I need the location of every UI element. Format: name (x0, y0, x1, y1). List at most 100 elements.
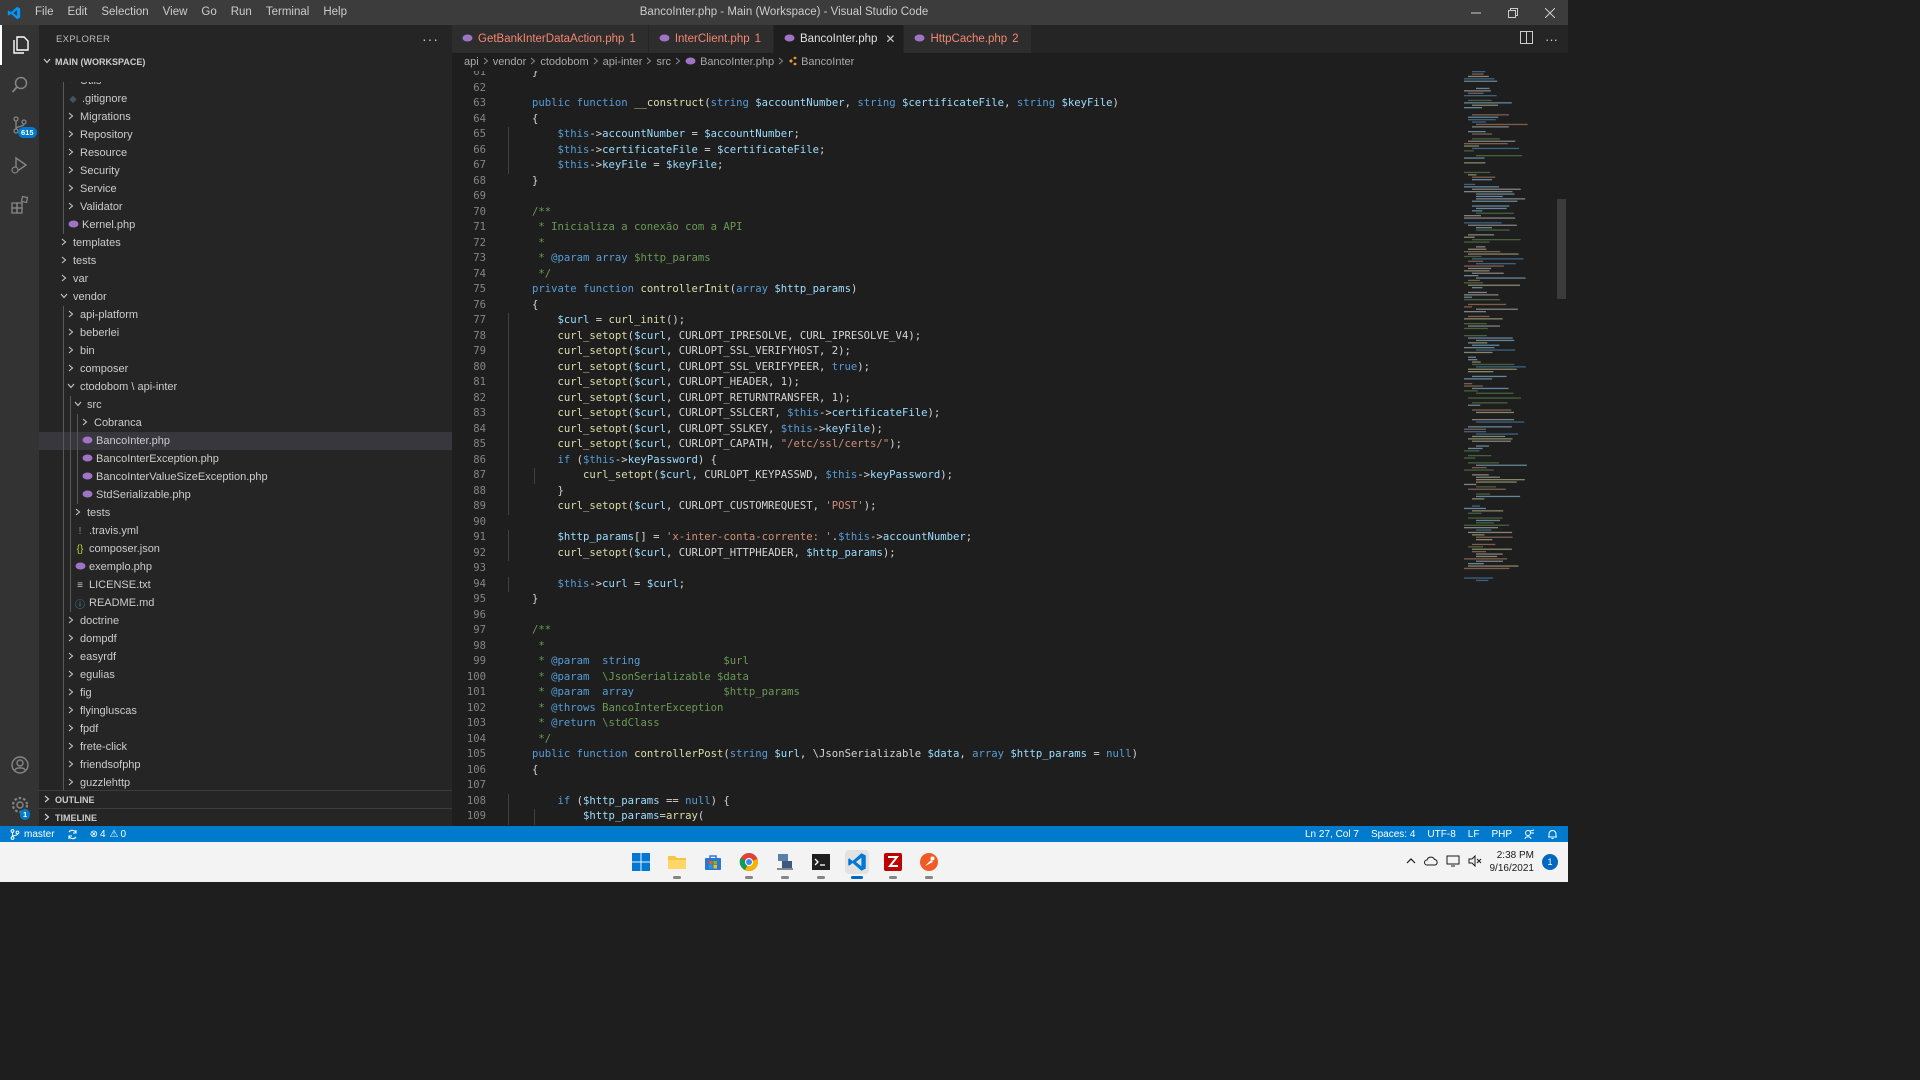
file-item[interactable]: BancoInterValueSizeException.php (39, 468, 452, 486)
breadcrumb-item[interactable]: src (656, 56, 671, 68)
folder-item[interactable]: doctrine (39, 612, 452, 630)
folder-item[interactable]: Migrations (39, 108, 452, 126)
folder-item[interactable]: Cobranca (39, 414, 452, 432)
folder-item[interactable]: api-platform (39, 306, 452, 324)
folder-item[interactable]: tests (39, 504, 452, 522)
indentation[interactable]: Spaces: 4 (1365, 829, 1421, 840)
run-debug-icon[interactable] (0, 145, 39, 185)
breadcrumb-item[interactable]: api (464, 56, 479, 68)
menu-terminal[interactable]: Terminal (259, 0, 316, 25)
clock[interactable]: 2:38 PM 9/16/2021 (1490, 849, 1535, 875)
minimize-button[interactable] (1457, 0, 1494, 25)
file-item[interactable]: BancoInter.php (39, 432, 452, 450)
folder-item[interactable]: Repository (39, 126, 452, 144)
folder-item[interactable]: vendor (39, 288, 452, 306)
folder-item[interactable]: composer (39, 360, 452, 378)
close-window-button[interactable] (1531, 0, 1568, 25)
menu-edit[interactable]: Edit (61, 0, 95, 25)
notifications-bell-icon[interactable] (1541, 829, 1564, 840)
terminal-taskbar-icon[interactable] (809, 850, 833, 879)
more-actions-icon[interactable]: ··· (422, 31, 439, 47)
file-item[interactable]: Kernel.php (39, 216, 452, 234)
workspace-header[interactable]: MAIN (WORKSPACE) (39, 53, 452, 71)
file-item[interactable]: exemplo.php (39, 558, 452, 576)
restore-button[interactable] (1494, 0, 1531, 25)
start-button[interactable] (629, 850, 653, 874)
breadcrumb-item[interactable]: BancoInter (801, 56, 854, 68)
sync-icon[interactable] (61, 829, 84, 840)
folder-item[interactable]: Validator (39, 198, 452, 216)
folder-item[interactable]: fig (39, 684, 452, 702)
folder-item[interactable]: templates (39, 234, 452, 252)
postman-taskbar-icon[interactable] (917, 850, 941, 879)
file-item[interactable]: StdSerializable.php (39, 486, 452, 504)
store-taskbar-icon[interactable] (701, 850, 725, 874)
folder-item[interactable]: ctodobom \ api-inter (39, 378, 452, 396)
folder-item[interactable]: fpdf (39, 720, 452, 738)
folder-item[interactable]: frete-click (39, 738, 452, 756)
folder-item[interactable]: var (39, 270, 452, 288)
folder-item[interactable]: Service (39, 180, 452, 198)
filezilla-taskbar-icon[interactable] (881, 850, 905, 879)
chrome-taskbar-icon[interactable] (737, 850, 761, 879)
branch-indicator[interactable]: master (0, 829, 61, 840)
split-editor-icon[interactable] (1520, 31, 1533, 47)
breadcrumb-item[interactable]: BancoInter.php (700, 56, 774, 68)
language-mode[interactable]: PHP (1485, 829, 1518, 840)
file-item[interactable]: ◆ .gitignore (39, 90, 452, 108)
folder-item[interactable]: flyingluscas (39, 702, 452, 720)
notification-center-badge[interactable]: 1 (1542, 854, 1558, 870)
end-of-line[interactable]: LF (1462, 829, 1486, 840)
folder-item[interactable]: egulias (39, 666, 452, 684)
vscode-logo-icon[interactable] (0, 0, 28, 25)
feedback-icon[interactable] (1518, 829, 1541, 840)
extensions-icon[interactable] (0, 185, 39, 225)
onedrive-icon[interactable] (1423, 856, 1438, 869)
folder-item[interactable]: Resource (39, 144, 452, 162)
menu-selection[interactable]: Selection (94, 0, 155, 25)
minimap[interactable] (1462, 71, 1557, 591)
folder-item[interactable]: bin (39, 342, 452, 360)
editor-tab[interactable]: BancoInter.php ✕ (774, 25, 905, 53)
network-icon[interactable] (1446, 855, 1460, 870)
folder-item[interactable]: easyrdf (39, 648, 452, 666)
source-control-icon[interactable]: 615 (0, 105, 39, 145)
menu-file[interactable]: File (28, 0, 61, 25)
file-item[interactable]: ≡ LICENSE.txt (39, 576, 452, 594)
cursor-position[interactable]: Ln 27, Col 7 (1299, 829, 1365, 840)
outline-section[interactable]: OUTLINE (39, 790, 452, 808)
accounts-icon[interactable] (0, 745, 39, 785)
breadcrumb-item[interactable]: vendor (493, 56, 527, 68)
menu-help[interactable]: Help (316, 0, 354, 25)
network-app-taskbar-icon[interactable] (773, 850, 797, 879)
file-item[interactable]: ! .travis.yml (39, 522, 452, 540)
menu-run[interactable]: Run (224, 0, 259, 25)
volume-muted-icon[interactable] (1468, 854, 1482, 870)
editor-scrollbar[interactable] (1557, 199, 1566, 299)
folder-item[interactable]: friendsofphp (39, 756, 452, 774)
file-item[interactable]: ⓘ README.md (39, 594, 452, 612)
folder-item[interactable]: src (39, 396, 452, 414)
file-item[interactable]: BancoInterException.php (39, 450, 452, 468)
folder-item[interactable]: Security (39, 162, 452, 180)
editor-tab[interactable]: GetBankInterDataAction.php 1 (452, 25, 649, 53)
menu-view[interactable]: View (156, 0, 195, 25)
editor-tab[interactable]: InterClient.php 1 (648, 25, 775, 53)
encoding[interactable]: UTF-8 (1421, 829, 1461, 840)
manage-gear-icon[interactable]: 1 (0, 785, 39, 825)
menu-go[interactable]: Go (194, 0, 223, 25)
more-actions-icon[interactable]: ··· (1545, 32, 1558, 47)
breadcrumb-item[interactable]: api-inter (603, 56, 643, 68)
close-tab-icon[interactable]: ✕ (885, 32, 895, 46)
file-explorer-taskbar-icon[interactable] (665, 850, 689, 879)
folder-item[interactable]: Utils (39, 82, 452, 90)
folder-item[interactable]: dompdf (39, 630, 452, 648)
explorer-icon[interactable] (0, 25, 39, 65)
problems-indicator[interactable]: ⊗ 4 ⚠ 0 (84, 829, 132, 840)
editor-tab[interactable]: HttpCache.php 2 (904, 25, 1032, 53)
vscode-taskbar-icon[interactable] (845, 850, 869, 879)
folder-item[interactable]: beberlei (39, 324, 452, 342)
file-item[interactable]: {} composer.json (39, 540, 452, 558)
folder-item[interactable]: tests (39, 252, 452, 270)
code-editor[interactable]: 61} 62 63 public function __construct(strin… (452, 71, 1568, 826)
